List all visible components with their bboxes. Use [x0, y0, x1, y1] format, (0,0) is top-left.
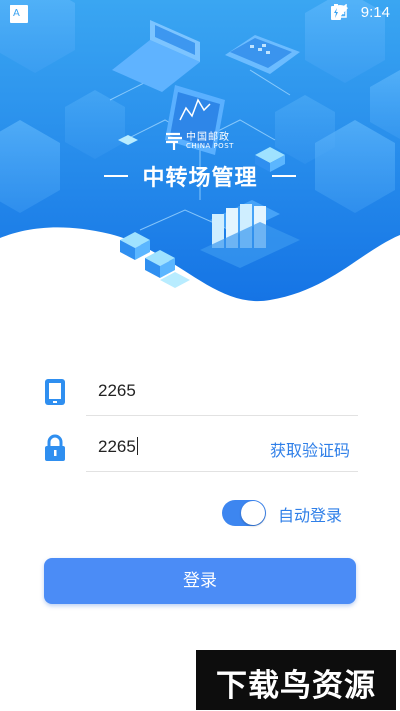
code-input-text: 2265: [98, 437, 136, 456]
title-divider-right: [272, 175, 296, 177]
lock-icon: [42, 434, 68, 462]
account-row: 2265: [40, 368, 358, 416]
auto-login-toggle[interactable]: [222, 500, 266, 526]
brand-name-en: CHINA POST: [186, 142, 234, 150]
text-cursor: [136, 437, 138, 455]
get-code-button[interactable]: 获取验证码: [270, 437, 350, 461]
app-title-block: 中转场管理: [0, 158, 400, 194]
code-row: 2265 获取验证码: [40, 424, 358, 472]
hero-header: A 9:14 中国邮政 CHINA POST 中转场管理: [0, 0, 400, 320]
china-post-logo: 中国邮政 CHINA POST: [164, 128, 242, 158]
code-underline: [86, 471, 358, 472]
watermark-text: 下载鸟资源: [216, 668, 376, 704]
code-input[interactable]: 2265: [98, 437, 138, 457]
phone-icon: [42, 378, 68, 406]
toggle-knob: [241, 501, 265, 525]
status-time: 9:14: [360, 4, 390, 21]
app-title: 中转场管理: [142, 166, 258, 191]
svg-text:A: A: [13, 8, 20, 19]
account-underline: [86, 415, 358, 416]
status-bar: A 9:14: [0, 0, 400, 28]
auto-login-row: 自动登录: [222, 498, 362, 528]
brand-name-cn: 中国邮政: [186, 132, 230, 143]
login-button[interactable]: 登录: [44, 558, 356, 604]
watermark-badge: 下载鸟资源: [196, 650, 396, 710]
auto-login-label[interactable]: 自动登录: [278, 502, 342, 526]
account-input[interactable]: 2265: [98, 381, 136, 401]
